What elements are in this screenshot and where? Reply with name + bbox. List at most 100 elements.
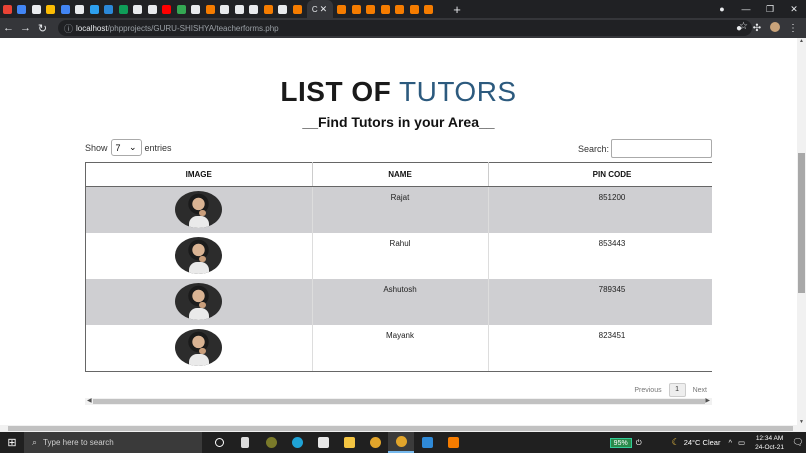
edge-browser-icon[interactable] — [284, 432, 310, 453]
tab-favicon-icon — [133, 4, 143, 14]
chrome-active-icon[interactable] — [388, 432, 414, 453]
windows-start-icon[interactable]: ⊞ — [0, 436, 24, 449]
menu-kebab-icon[interactable]: ⋮ — [784, 23, 802, 34]
page-vertical-scrollbar[interactable]: ▲ ▼ — [797, 38, 806, 425]
browser-tab[interactable] — [58, 0, 73, 18]
tutor-photo — [175, 236, 223, 274]
tab-favicon-icon — [234, 4, 244, 14]
browser-tab[interactable] — [87, 0, 102, 18]
volume-icon[interactable]: ▭ — [738, 438, 745, 447]
search-input[interactable] — [611, 139, 712, 158]
widgets-icon[interactable] — [232, 432, 258, 453]
browser-tab[interactable] — [174, 0, 189, 18]
table-row: Rahul 853443 — [86, 232, 712, 279]
table-row: Ashutosh 789345 — [86, 278, 712, 325]
task-view-icon[interactable] — [206, 432, 232, 453]
weather-text: 24°C Clear — [683, 438, 721, 447]
column-header-image[interactable]: IMAGE — [86, 162, 313, 187]
chevron-up-icon[interactable]: ^ — [728, 438, 732, 447]
browser-tab[interactable] — [145, 0, 160, 18]
browser-tab[interactable] — [407, 0, 422, 18]
scroll-left-icon[interactable]: ◀ — [87, 397, 92, 404]
back-icon[interactable]: ← — [0, 22, 17, 34]
extension-icon[interactable]: ● — [730, 23, 748, 34]
browser-tab[interactable] — [73, 0, 88, 18]
new-tab-button[interactable]: + — [446, 2, 468, 17]
page-title-light: TUTORS — [399, 76, 517, 107]
reload-icon[interactable]: ↻ — [34, 22, 51, 35]
clock-time: 12:34 AM — [755, 434, 784, 442]
previous-page-button[interactable]: Previous — [634, 387, 661, 394]
forward-icon[interactable]: → — [17, 22, 34, 34]
browser-tab[interactable] — [335, 0, 350, 18]
plug-icon: ⏻ — [635, 437, 642, 447]
taskbar-search-box[interactable]: ⌕ Type here to search — [24, 432, 202, 453]
browser-tab[interactable] — [203, 0, 218, 18]
vscode-icon[interactable] — [414, 432, 440, 453]
address-bar[interactable]: ⓘ localhost/phpprojects/GURU-SHISHYA/tea… — [58, 20, 752, 36]
browser-tab-active[interactable]: C ✕ — [306, 0, 333, 18]
maximize-icon[interactable]: ❐ — [758, 4, 782, 15]
browser-tab[interactable] — [378, 0, 393, 18]
browser-tab[interactable] — [290, 0, 305, 18]
table-scroll-thumb[interactable] — [93, 399, 705, 404]
page-scroll-thumb[interactable] — [798, 153, 805, 293]
browser-tab[interactable] — [232, 0, 247, 18]
weather-widget[interactable]: ☾ 24°C Clear — [672, 437, 721, 448]
notification-icon[interactable]: 🗨 — [790, 437, 806, 448]
page-viewport: LIST OF TUTORS __Find Tutors in your Are… — [0, 38, 797, 425]
page-subtitle: __Find Tutors in your Area__ — [302, 114, 495, 130]
mail-icon[interactable] — [310, 432, 336, 453]
browser-tab[interactable] — [29, 0, 44, 18]
browser-tab[interactable] — [15, 0, 30, 18]
battery-indicator[interactable]: 95% — [609, 437, 632, 448]
site-info-icon[interactable]: ⓘ — [64, 22, 76, 35]
scroll-up-icon[interactable]: ▲ — [797, 38, 806, 44]
tutor-name: Rahul — [312, 232, 489, 279]
browser-tab[interactable] — [247, 0, 262, 18]
browser-tab[interactable] — [364, 0, 379, 18]
page-horizontal-scrollbar[interactable] — [0, 425, 806, 432]
xampp-icon[interactable] — [440, 432, 466, 453]
tab-favicon-icon — [424, 4, 434, 14]
app-icon[interactable] — [258, 432, 284, 453]
browser-tab[interactable] — [393, 0, 408, 18]
windows-taskbar: ⊞ ⌕ Type here to search 95% ⏻ ☾ 24°C Cle… — [0, 432, 806, 453]
entries-select[interactable]: 7 ⌄ — [110, 139, 142, 156]
page-1-button[interactable]: 1 — [668, 383, 686, 397]
browser-tab[interactable] — [102, 0, 117, 18]
clock[interactable]: 12:34 AM 24-Oct-21 — [755, 434, 784, 452]
column-header-pin-code[interactable]: PIN CODE — [488, 162, 712, 187]
browser-tab[interactable] — [276, 0, 291, 18]
chrome-icon[interactable] — [362, 432, 388, 453]
browser-tab[interactable] — [160, 0, 175, 18]
scroll-right-icon[interactable]: ▶ — [705, 397, 710, 404]
browser-tab[interactable] — [189, 0, 204, 18]
table-horizontal-scrollbar[interactable]: ◀ ▶ — [85, 398, 712, 405]
show-label: Show — [85, 142, 108, 153]
tab-favicon-icon — [292, 4, 302, 14]
tutor-image-cell — [86, 232, 313, 279]
browser-tab[interactable] — [349, 0, 364, 18]
column-header-name[interactable]: NAME — [312, 162, 489, 187]
page-hscroll-thumb[interactable] — [8, 426, 793, 431]
profile-avatar[interactable] — [766, 21, 784, 35]
browser-tab[interactable] — [116, 0, 131, 18]
browser-tab[interactable] — [44, 0, 59, 18]
tutor-name: Mayank — [312, 324, 489, 371]
close-tab-icon[interactable]: ✕ — [320, 4, 328, 15]
browser-tab[interactable] — [261, 0, 276, 18]
extensions-puzzle-icon[interactable]: ✣ — [748, 23, 766, 34]
account-icon[interactable]: ● — [710, 4, 734, 14]
browser-tab[interactable] — [422, 0, 437, 18]
entries-select-value: 7 — [115, 142, 121, 153]
next-page-button[interactable]: Next — [693, 387, 707, 394]
browser-tab[interactable] — [218, 0, 233, 18]
browser-tab[interactable] — [0, 0, 15, 18]
file-explorer-icon[interactable] — [336, 432, 362, 453]
url-path: /phpprojects/GURU-SHISHYA/teacherforms.p… — [107, 23, 279, 33]
table-search: Search: — [578, 139, 712, 158]
browser-tab[interactable] — [131, 0, 146, 18]
close-window-icon[interactable]: ✕ — [782, 4, 806, 15]
minimize-icon[interactable]: — — [734, 4, 758, 14]
